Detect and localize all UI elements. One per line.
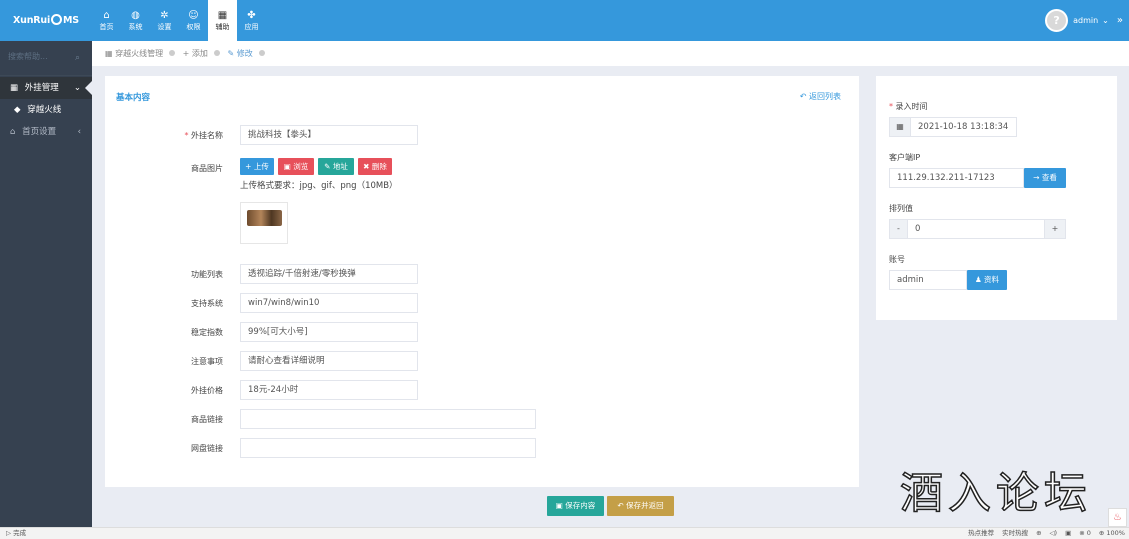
- product-link-input[interactable]: [240, 409, 536, 429]
- nav-settings[interactable]: ✲ 设置: [150, 0, 179, 41]
- feature-list-label: 功能列表: [191, 270, 223, 279]
- chevron-down-icon[interactable]: ⌄: [1102, 16, 1109, 25]
- form-caption: 基本内容: [116, 93, 151, 103]
- nav-system[interactable]: ◍ 系统: [121, 0, 150, 41]
- thumbnail-image: [247, 210, 282, 226]
- speaker-icon[interactable]: ◁): [1050, 528, 1058, 539]
- plus-icon: +: [182, 49, 190, 58]
- cogs-icon: ✲: [160, 10, 169, 21]
- side-panel: * 录入时间 ▦ 2021-10-18 13:18:34 客户端IP 111.2…: [876, 76, 1117, 320]
- realtime-hot-search[interactable]: 实时热搜: [1002, 528, 1028, 539]
- calendar-icon[interactable]: ▦: [889, 117, 911, 137]
- hot-recommend[interactable]: 热点推荐: [968, 528, 994, 539]
- breadcrumb: ▦ 穿越火线管理 + 添加 ✎ 修改: [92, 41, 1129, 66]
- price-label: 外挂价格: [191, 386, 223, 395]
- diamond-icon: ◆: [14, 105, 21, 115]
- nav-home[interactable]: ⌂ 首页: [92, 0, 121, 41]
- breadcrumb-item-manage[interactable]: ▦ 穿越火线管理: [105, 49, 163, 58]
- search-icon[interactable]: ⌕: [75, 53, 80, 63]
- breadcrumb-separator: [258, 50, 265, 56]
- browser-status-bar: ▷ 完成 热点推荐 实时热搜 ⊕ ◁) ▣ ⊗ 0 ⊕ 100%: [0, 527, 1129, 539]
- reply-icon: ↶: [799, 92, 807, 101]
- expand-icon[interactable]: »: [1117, 15, 1123, 26]
- puzzle-icon: ✤: [247, 10, 256, 21]
- account-input[interactable]: admin: [889, 270, 967, 290]
- sidebar-item-crossfire[interactable]: ◆ 穿越火线: [0, 99, 92, 121]
- watermark: 酒入论坛: [899, 468, 1092, 520]
- price-input[interactable]: 18元-24小时: [240, 380, 418, 400]
- fire-icon[interactable]: ♨: [1108, 508, 1127, 527]
- notes-label: 注意事项: [191, 357, 223, 366]
- active-indicator: [85, 81, 92, 95]
- chevron-left-icon: ‹: [77, 127, 81, 137]
- grid-icon: ▦: [10, 83, 19, 93]
- top-bar: XunRui MS ⌂ 首页 ◍ 系统 ✲ 设置 ☺ 权限 ▦ 辅助 ✤ 应用 ? admin…: [0, 0, 1129, 41]
- sidebar-search[interactable]: 搜索帮助... ⌕: [0, 41, 92, 76]
- name-input[interactable]: 挑战科技【拳头】: [240, 125, 418, 145]
- os-support-label: 支持系统: [191, 299, 223, 308]
- entry-time-input[interactable]: 2021-10-18 13:18:34: [910, 117, 1017, 137]
- top-nav: ⌂ 首页 ◍ 系统 ✲ 设置 ☺ 权限 ▦ 辅助 ✤ 应用: [92, 0, 266, 41]
- bank-icon: ⌂: [10, 127, 16, 137]
- upload-hint: 上传格式要求：jpg、gif、png（10MB）: [240, 181, 398, 191]
- nav-apps[interactable]: ✤ 应用: [237, 0, 266, 41]
- image-label: 商品图片: [191, 164, 223, 173]
- name-label: * 外挂名称: [184, 131, 223, 140]
- order-input[interactable]: 0: [907, 219, 1045, 239]
- order-decrement-button[interactable]: -: [889, 219, 908, 239]
- delete-button[interactable]: ✖ 删除: [358, 158, 392, 175]
- logo-ring-icon: [51, 14, 63, 25]
- save-button[interactable]: ▣ 保存内容: [547, 496, 604, 516]
- globe-icon: ◍: [131, 10, 140, 21]
- stability-label: 稳定指数: [191, 328, 223, 337]
- grid-icon: ▦: [217, 10, 228, 21]
- sidebar-item-plugin-manage[interactable]: ▦ 外挂管理 ⌄: [0, 77, 92, 99]
- stability-input[interactable]: 99%[可大小号]: [240, 322, 418, 342]
- address-button[interactable]: ✎ 地址: [318, 158, 354, 175]
- home-icon: ⌂: [103, 10, 110, 21]
- app-logo[interactable]: XunRui MS: [0, 0, 92, 41]
- user-name[interactable]: admin: [1073, 16, 1098, 25]
- feature-list-input[interactable]: 透视追踪/千倍射速/零秒换弹: [240, 264, 418, 284]
- breadcrumb-item-edit[interactable]: ✎ 修改: [227, 49, 252, 58]
- breadcrumb-separator: [169, 50, 176, 56]
- blocked-count[interactable]: ⊗ 0: [1079, 528, 1091, 539]
- back-to-list-link[interactable]: ↶ 返回列表: [800, 91, 841, 102]
- os-support-input[interactable]: win7/win8/win10: [240, 293, 418, 313]
- netdisk-link-label: 网盘链接: [191, 444, 223, 453]
- nav-permissions[interactable]: ☺ 权限: [179, 0, 208, 41]
- main-form-panel: 基本内容 ↶ 返回列表 * 外挂名称 挑战科技【拳头】 商品图片 + 上传 ▣ …: [105, 76, 859, 487]
- entry-time-label: * 录入时间: [889, 102, 928, 111]
- sidebar: 搜索帮助... ⌕ ▦ 外挂管理 ⌄ ◆ 穿越火线 ⌂ 首页设置 ‹: [0, 41, 92, 527]
- status-text: ▷ 完成: [6, 529, 27, 537]
- zoom-level[interactable]: ⊕ 100%: [1099, 528, 1125, 539]
- user-circle-icon: ☺: [188, 10, 199, 21]
- image-thumbnail[interactable]: [240, 202, 288, 244]
- breadcrumb-separator: [213, 50, 220, 56]
- client-ip-label: 客户端IP: [889, 153, 921, 162]
- browse-button[interactable]: ▣ 浏览: [278, 158, 314, 175]
- screenshot-icon[interactable]: ▣: [1065, 528, 1071, 539]
- upload-button[interactable]: + 上传: [240, 158, 274, 175]
- client-ip-input[interactable]: 111.29.132.211-17123: [889, 168, 1024, 188]
- user-menu[interactable]: ? admin ⌄ »: [1045, 0, 1129, 41]
- sidebar-item-home-settings[interactable]: ⌂ 首页设置 ‹: [0, 121, 92, 143]
- view-ip-button[interactable]: → 查看: [1024, 168, 1066, 188]
- breadcrumb-item-add[interactable]: + 添加: [183, 49, 208, 58]
- order-label: 排列值: [889, 204, 913, 213]
- order-increment-button[interactable]: +: [1044, 219, 1066, 239]
- nav-assist[interactable]: ▦ 辅助: [208, 0, 237, 41]
- notes-input[interactable]: 请耐心查看详细说明: [240, 351, 418, 371]
- search-input[interactable]: 搜索帮助...: [8, 52, 48, 61]
- chevron-down-icon: ⌄: [73, 83, 81, 93]
- edit-icon: ✎: [227, 49, 235, 58]
- table-icon: ▦: [105, 49, 113, 58]
- product-link-label: 商品链接: [191, 415, 223, 424]
- check-icon[interactable]: ⊕: [1036, 528, 1041, 539]
- save-and-return-button[interactable]: ↶ 保存并返回: [607, 496, 674, 516]
- account-info-button[interactable]: ♟ 资料: [967, 270, 1007, 290]
- netdisk-link-input[interactable]: [240, 438, 536, 458]
- account-label: 账号: [889, 255, 905, 264]
- avatar[interactable]: ?: [1045, 9, 1069, 32]
